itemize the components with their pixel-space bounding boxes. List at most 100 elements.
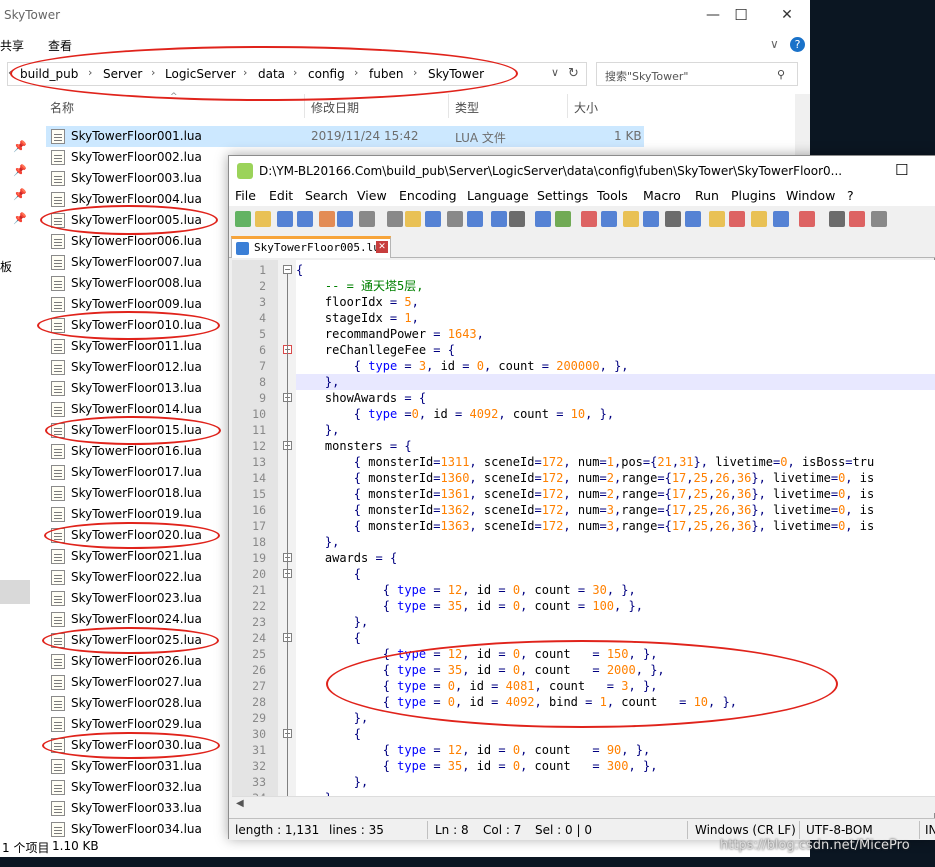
pin-icon[interactable]: 📌	[13, 188, 27, 201]
function-list-icon[interactable]	[729, 211, 745, 227]
nav-pane-label[interactable]: 板	[0, 258, 12, 275]
code-line[interactable]: { type = 12, id = 0, count = 90, },	[296, 742, 651, 758]
lang-icon[interactable]	[685, 211, 701, 227]
nav-pane-selected-item[interactable]	[0, 580, 30, 604]
record-macro-icon[interactable]	[799, 211, 815, 227]
code-line[interactable]: },	[296, 614, 368, 630]
code-line[interactable]: { monsterId=1361, sceneId=172, num=2,ran…	[296, 486, 874, 502]
code-line[interactable]: awards = {	[296, 550, 397, 566]
all-chars-icon[interactable]	[643, 211, 659, 227]
zoom-in-icon[interactable]	[535, 211, 551, 227]
save-icon[interactable]	[277, 211, 293, 227]
menu-plugins[interactable]: Plugins	[731, 188, 776, 203]
scroll-left-icon[interactable]: ◀	[236, 798, 244, 809]
pin-icon[interactable]: 📌	[13, 164, 27, 177]
code-line[interactable]: },	[296, 422, 339, 438]
tab-active-file[interactable]: SkyTowerFloor005.lua ✕	[231, 236, 391, 258]
code-line[interactable]: { type = 12, id = 0, count = 30, },	[296, 582, 636, 598]
print-icon[interactable]	[359, 211, 375, 227]
code-line[interactable]: { type = 3, id = 0, count = 200000, },	[296, 358, 629, 374]
save-macro-icon[interactable]	[871, 211, 887, 227]
code-line[interactable]: { type = 35, id = 0, count = 300, },	[296, 758, 658, 774]
ribbon-tab-view[interactable]: 查看	[48, 37, 72, 54]
help-icon[interactable]: ?	[790, 37, 805, 52]
code-line[interactable]: },	[296, 374, 935, 390]
code-line[interactable]: {	[296, 630, 361, 646]
chevron-down-icon[interactable]: ∨	[770, 37, 779, 51]
code-line[interactable]: stageIdx = 1,	[296, 310, 419, 326]
search-input[interactable]: 搜索"SkyTower"	[605, 68, 688, 84]
indent-guide-icon[interactable]	[665, 211, 681, 227]
code-line[interactable]: { type = 35, id = 0, count = 100, },	[296, 598, 643, 614]
play-macro-icon[interactable]	[849, 211, 865, 227]
refresh-icon[interactable]: ↻	[568, 66, 579, 81]
undo-icon[interactable]	[447, 211, 463, 227]
pin-icon[interactable]: 📌	[13, 212, 27, 225]
save-all-icon[interactable]	[297, 211, 313, 227]
code-line[interactable]: },	[296, 774, 368, 790]
code-line[interactable]: { monsterId=1362, sceneId=172, num=3,ran…	[296, 502, 874, 518]
monitor-icon[interactable]	[773, 211, 789, 227]
menu-settings[interactable]: Settings	[537, 188, 588, 203]
menu-help[interactable]: ?	[847, 188, 854, 203]
code-line[interactable]: {	[296, 726, 361, 742]
code-line[interactable]: { type =0, id = 4092, count = 10, },	[296, 406, 614, 422]
menu-language[interactable]: Language	[467, 188, 529, 203]
menu-run[interactable]: Run	[695, 188, 719, 203]
menu-encoding[interactable]: Encoding	[399, 188, 457, 203]
code-line[interactable]: floorIdx = 5,	[296, 294, 419, 310]
pin-icon[interactable]: 📌	[13, 140, 27, 153]
new-file-icon[interactable]	[235, 211, 251, 227]
word-wrap-icon[interactable]	[623, 211, 639, 227]
menu-edit[interactable]: Edit	[269, 188, 293, 203]
ribbon-tab-share[interactable]: 共享	[0, 37, 24, 54]
column-size[interactable]: 大小	[574, 99, 598, 116]
menu-tools[interactable]: Tools	[597, 188, 628, 203]
code-line[interactable]: { monsterId=1360, sceneId=172, num=2,ran…	[296, 470, 874, 486]
maximize-button[interactable]: ☐	[895, 161, 908, 179]
zoom-out-icon[interactable]	[555, 211, 571, 227]
code-line[interactable]: showAwards = {	[296, 390, 426, 406]
menu-view[interactable]: View	[357, 188, 387, 203]
fold-margin[interactable]: −−−−−−−−	[278, 260, 296, 796]
sync-v-icon[interactable]	[581, 211, 597, 227]
code-line[interactable]: },	[296, 710, 368, 726]
folder-workspace-icon[interactable]	[751, 211, 767, 227]
menu-window[interactable]: Window	[786, 188, 835, 203]
copy-icon[interactable]	[405, 211, 421, 227]
code-line[interactable]: reChanllegeFee = {	[296, 342, 455, 358]
maximize-button[interactable]: ☐	[718, 0, 764, 30]
menu-search[interactable]: Search	[305, 188, 348, 203]
close-icon[interactable]	[319, 211, 335, 227]
code-line[interactable]: -- = 通天塔5层,	[296, 278, 424, 294]
stop-macro-icon[interactable]	[829, 211, 845, 227]
column-date[interactable]: 修改日期	[311, 99, 359, 116]
code-line[interactable]: recommandPower = 1643,	[296, 326, 484, 342]
code-line[interactable]: { monsterId=1363, sceneId=172, num=3,ran…	[296, 518, 874, 534]
find-icon[interactable]	[491, 211, 507, 227]
redo-icon[interactable]	[467, 211, 483, 227]
column-name[interactable]: 名称	[50, 99, 74, 116]
code-line[interactable]: monsters = {	[296, 438, 412, 454]
cut-icon[interactable]	[387, 211, 403, 227]
sync-h-icon[interactable]	[601, 211, 617, 227]
file-row[interactable]: SkyTowerFloor001.lua 2019/11/24 15:42 LUA …	[46, 126, 644, 147]
fold-toggle-icon[interactable]: −	[283, 265, 292, 274]
code-line[interactable]: { monsterId=1311, sceneId=172, num=1,pos…	[296, 454, 874, 470]
replace-icon[interactable]	[509, 211, 525, 227]
dropdown-arrow-icon[interactable]: ∨	[551, 66, 559, 79]
code-line[interactable]: },	[296, 534, 339, 550]
paste-icon[interactable]	[425, 211, 441, 227]
menu-macro[interactable]: Macro	[643, 188, 681, 203]
horizontal-scrollbar[interactable]: ◀	[232, 796, 935, 813]
code-line[interactable]: {	[296, 262, 303, 278]
code-line[interactable]: {	[296, 566, 361, 582]
doc-map-icon[interactable]	[709, 211, 725, 227]
close-tab-icon[interactable]: ✕	[376, 241, 388, 253]
close-all-icon[interactable]	[337, 211, 353, 227]
menu-file[interactable]: File	[235, 188, 256, 203]
search-box[interactable]: 搜索"SkyTower" ⚲	[596, 62, 798, 86]
open-file-icon[interactable]	[255, 211, 271, 227]
column-type[interactable]: 类型	[455, 99, 479, 116]
close-button[interactable]: ✕	[764, 0, 810, 30]
